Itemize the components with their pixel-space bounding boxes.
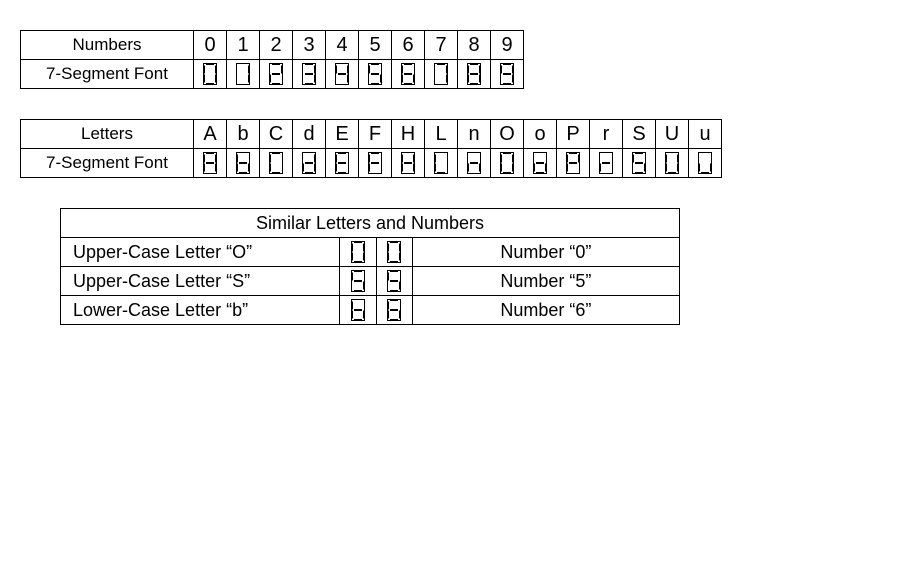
letter-cell: o <box>524 120 557 149</box>
number-cell: 6 <box>392 31 425 60</box>
seg-cell <box>293 60 326 89</box>
seg-cell <box>458 149 491 178</box>
numbers-seg-row-label: 7-Segment Font <box>21 60 194 89</box>
letter-cell: U <box>656 120 689 149</box>
number-cell: 1 <box>227 31 260 60</box>
seg-cell <box>293 149 326 178</box>
letters-row-label: Letters <box>21 120 194 149</box>
letter-cell: E <box>326 120 359 149</box>
letters-seg-row-label: 7-Segment Font <box>21 149 194 178</box>
letter-cell: r <box>590 120 623 149</box>
seg-cell <box>689 149 722 178</box>
seg-cell <box>524 149 557 178</box>
similar-right: Number “0” <box>412 238 679 267</box>
similar-left: Lower-Case Letter “b” <box>61 296 340 325</box>
number-cell: 4 <box>326 31 359 60</box>
seg-cell <box>376 296 412 325</box>
letter-cell: S <box>623 120 656 149</box>
letter-cell: u <box>689 120 722 149</box>
number-cell: 8 <box>458 31 491 60</box>
seg-cell <box>656 149 689 178</box>
similar-header: Similar Letters and Numbers <box>61 209 680 238</box>
seg-cell <box>340 238 376 267</box>
seg-cell <box>227 60 260 89</box>
letter-cell: P <box>557 120 590 149</box>
number-cell: 2 <box>260 31 293 60</box>
seg-cell <box>340 267 376 296</box>
letter-cell: b <box>227 120 260 149</box>
numbers-row-label: Numbers <box>21 31 194 60</box>
letter-cell: H <box>392 120 425 149</box>
seg-cell <box>326 149 359 178</box>
seg-cell <box>260 149 293 178</box>
letter-cell: n <box>458 120 491 149</box>
letter-cell: F <box>359 120 392 149</box>
numbers-table: Numbers 0 1 2 3 4 5 6 7 8 9 7-Segment Fo… <box>20 30 524 89</box>
seg-cell <box>458 60 491 89</box>
seg-cell <box>340 296 376 325</box>
similar-table: Similar Letters and Numbers Upper-Case L… <box>60 208 680 325</box>
seg-cell <box>194 60 227 89</box>
seg-cell <box>623 149 656 178</box>
seg-cell <box>376 238 412 267</box>
seg-cell <box>326 60 359 89</box>
similar-right: Number “6” <box>412 296 679 325</box>
seg-cell <box>359 60 392 89</box>
seg-cell <box>425 60 458 89</box>
letters-table: Letters A b C d E F H L n O o P r S U u … <box>20 119 722 178</box>
letter-cell: L <box>425 120 458 149</box>
seg-cell <box>392 60 425 89</box>
number-cell: 5 <box>359 31 392 60</box>
letter-cell: A <box>194 120 227 149</box>
seg-cell <box>557 149 590 178</box>
seg-cell <box>425 149 458 178</box>
seg-cell <box>359 149 392 178</box>
seg-cell <box>260 60 293 89</box>
seg-cell <box>491 149 524 178</box>
seg-cell <box>590 149 623 178</box>
letter-cell: d <box>293 120 326 149</box>
letter-cell: O <box>491 120 524 149</box>
similar-right: Number “5” <box>412 267 679 296</box>
number-cell: 9 <box>491 31 524 60</box>
number-cell: 0 <box>194 31 227 60</box>
seg-cell <box>376 267 412 296</box>
similar-left: Upper-Case Letter “S” <box>61 267 340 296</box>
number-cell: 3 <box>293 31 326 60</box>
seg-cell <box>227 149 260 178</box>
number-cell: 7 <box>425 31 458 60</box>
letter-cell: C <box>260 120 293 149</box>
similar-left: Upper-Case Letter “O” <box>61 238 340 267</box>
seg-cell <box>392 149 425 178</box>
seg-cell <box>491 60 524 89</box>
seg-cell <box>194 149 227 178</box>
